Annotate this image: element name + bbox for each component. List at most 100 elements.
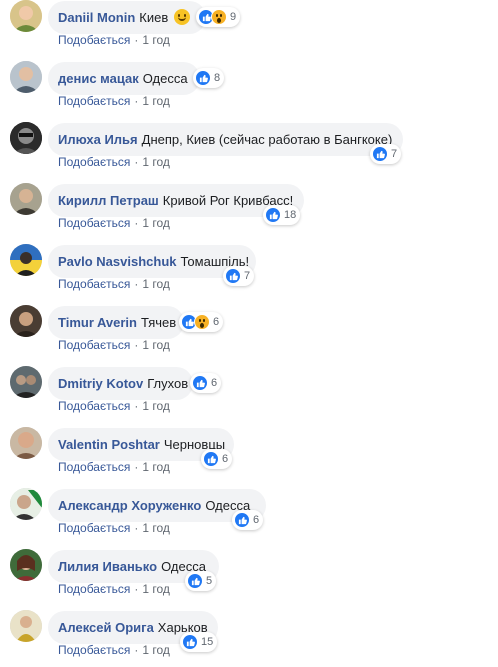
comment-author[interactable]: Кирилл Петраш bbox=[58, 193, 159, 208]
like-reaction-icon bbox=[225, 268, 241, 284]
like-link[interactable]: Подобається bbox=[58, 460, 130, 474]
avatar[interactable] bbox=[10, 183, 42, 215]
meta-separator: · bbox=[134, 94, 139, 108]
comment-time[interactable]: 1 год bbox=[142, 94, 170, 108]
reaction-count: 6 bbox=[222, 453, 229, 465]
comment-meta: Подобається · 1 год bbox=[58, 216, 170, 230]
meta-separator: · bbox=[134, 643, 139, 657]
avatar[interactable] bbox=[10, 244, 42, 276]
like-link[interactable]: Подобається bbox=[58, 582, 130, 596]
reaction-summary[interactable]: 9 bbox=[196, 7, 241, 27]
comment-time[interactable]: 1 год bbox=[142, 216, 170, 230]
comment-author[interactable]: Лилия Иванько bbox=[58, 559, 157, 574]
like-link[interactable]: Подобається bbox=[58, 94, 130, 108]
avatar[interactable] bbox=[10, 122, 42, 154]
comment-meta: Подобається · 1 год bbox=[58, 33, 170, 47]
meta-separator: · bbox=[134, 33, 139, 47]
avatar[interactable] bbox=[10, 549, 42, 581]
comment-bubble: Timur Averin Тячев bbox=[48, 306, 184, 339]
meta-separator: · bbox=[134, 582, 139, 596]
comment-bubble: денис мацак Одесса bbox=[48, 62, 200, 95]
comment-meta: Подобається · 1 год bbox=[58, 399, 170, 413]
comment-time[interactable]: 1 год bbox=[142, 33, 170, 47]
like-link[interactable]: Подобається bbox=[58, 643, 130, 657]
avatar[interactable] bbox=[10, 610, 42, 642]
comment-time[interactable]: 1 год bbox=[142, 643, 170, 657]
reaction-count: 6 bbox=[211, 377, 218, 389]
comment-time[interactable]: 1 год bbox=[142, 399, 170, 413]
avatar[interactable] bbox=[10, 0, 42, 32]
comment-author[interactable]: Timur Averin bbox=[58, 315, 137, 330]
reaction-count: 18 bbox=[284, 209, 297, 221]
reaction-summary[interactable]: 6 bbox=[232, 510, 264, 530]
comment-text: Киев bbox=[139, 10, 169, 25]
reaction-count: 6 bbox=[213, 316, 220, 328]
comment-time[interactable]: 1 год bbox=[142, 582, 170, 596]
like-link[interactable]: Подобається bbox=[58, 155, 130, 169]
like-reaction-icon bbox=[182, 634, 198, 650]
comment-author[interactable]: денис мацак bbox=[58, 71, 139, 86]
reaction-summary[interactable]: 6 bbox=[190, 373, 222, 393]
comment-meta: Подобається · 1 год bbox=[58, 94, 170, 108]
reaction-summary[interactable]: 15 bbox=[180, 632, 218, 652]
meta-separator: · bbox=[134, 216, 139, 230]
meta-separator: · bbox=[134, 277, 139, 291]
reaction-count: 7 bbox=[244, 270, 251, 282]
comment-author[interactable]: Илюха Илья bbox=[58, 132, 138, 147]
reaction-summary[interactable]: 8 bbox=[193, 68, 225, 88]
comment-meta: Подобається · 1 год bbox=[58, 521, 170, 535]
comment-bubble: Daniil Monin Киев bbox=[48, 1, 206, 34]
comment-author[interactable]: Алексей Орига bbox=[58, 620, 154, 635]
reaction-count: 8 bbox=[214, 72, 221, 84]
wow-reaction-icon bbox=[194, 314, 210, 330]
like-reaction-icon bbox=[192, 375, 208, 391]
comment-time[interactable]: 1 год bbox=[142, 155, 170, 169]
comment-text: Глухов bbox=[147, 376, 189, 391]
comment-meta: Подобається · 1 год bbox=[58, 460, 170, 474]
meta-separator: · bbox=[134, 338, 139, 352]
comment-time[interactable]: 1 год bbox=[142, 460, 170, 474]
like-link[interactable]: Подобається bbox=[58, 277, 130, 291]
like-reaction-icon bbox=[265, 207, 281, 223]
reaction-summary[interactable]: 6 bbox=[179, 312, 224, 332]
reaction-summary[interactable]: 6 bbox=[201, 449, 233, 469]
reaction-summary[interactable]: 5 bbox=[185, 571, 217, 591]
reaction-summary[interactable]: 18 bbox=[263, 205, 301, 225]
avatar[interactable] bbox=[10, 61, 42, 93]
meta-separator: · bbox=[134, 460, 139, 474]
avatar[interactable] bbox=[10, 366, 42, 398]
comment-text: Одесса bbox=[142, 71, 188, 86]
like-link[interactable]: Подобається bbox=[58, 216, 130, 230]
comment-bubble: Dmitriy Kotov Глухов bbox=[48, 367, 193, 400]
like-link[interactable]: Подобається bbox=[58, 521, 130, 535]
comment-time[interactable]: 1 год bbox=[142, 338, 170, 352]
comment-meta: Подобається · 1 год bbox=[58, 582, 170, 596]
reaction-summary[interactable]: 7 bbox=[223, 266, 255, 286]
comment-author[interactable]: Valentin Poshtar bbox=[58, 437, 160, 452]
meta-separator: · bbox=[134, 155, 139, 169]
comment-author[interactable]: Dmitriy Kotov bbox=[58, 376, 143, 391]
smile-emoji-icon bbox=[173, 9, 190, 25]
comment-author[interactable]: Александр Хоруженко bbox=[58, 498, 201, 513]
comment-time[interactable]: 1 год bbox=[142, 277, 170, 291]
reaction-count: 7 bbox=[391, 148, 398, 160]
comment-meta: Подобається · 1 год bbox=[58, 155, 170, 169]
like-link[interactable]: Подобається bbox=[58, 399, 130, 413]
comment-meta: Подобається · 1 год bbox=[58, 277, 170, 291]
reaction-summary[interactable]: 7 bbox=[370, 144, 402, 164]
avatar[interactable] bbox=[10, 305, 42, 337]
meta-separator: · bbox=[134, 521, 139, 535]
avatar[interactable] bbox=[10, 488, 42, 520]
comment-author[interactable]: Pavlo Nasvishchuk bbox=[58, 254, 177, 269]
like-link[interactable]: Подобається bbox=[58, 338, 130, 352]
wow-reaction-icon bbox=[211, 9, 227, 25]
like-reaction-icon bbox=[234, 512, 250, 528]
reaction-count: 15 bbox=[201, 636, 214, 648]
comment-author[interactable]: Daniil Monin bbox=[58, 10, 135, 25]
like-reaction-icon bbox=[372, 146, 388, 162]
like-link[interactable]: Подобається bbox=[58, 33, 130, 47]
comment-meta: Подобається · 1 год bbox=[58, 643, 170, 657]
avatar[interactable] bbox=[10, 427, 42, 459]
like-reaction-icon bbox=[203, 451, 219, 467]
comment-time[interactable]: 1 год bbox=[142, 521, 170, 535]
